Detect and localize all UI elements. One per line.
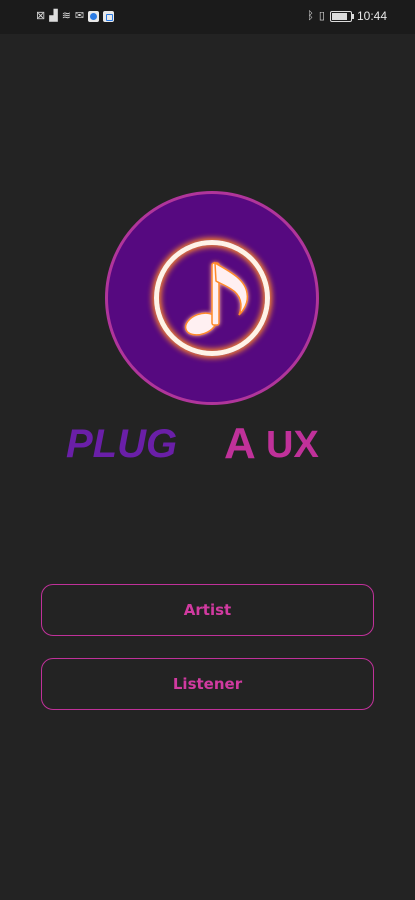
- signal-icon: ▟: [49, 10, 58, 22]
- artist-button-label: Artist: [183, 601, 232, 619]
- app-logo: [105, 191, 319, 405]
- status-time: 10:44: [356, 9, 387, 23]
- wordmark-a: A: [224, 421, 256, 465]
- music-note-icon: [184, 261, 249, 336]
- battery-icon: [329, 10, 354, 22]
- status-left-icons: ⊠ ▟ ≋ ✉: [36, 9, 115, 23]
- listener-button-label: Listener: [172, 675, 243, 693]
- sim-icon: ⊠: [36, 10, 46, 22]
- wordmark-ux: UX: [266, 424, 319, 465]
- status-bar: ⊠ ▟ ≋ ✉ ᛒ ▯ 10:44: [0, 0, 415, 34]
- vibrate-icon: ▯: [318, 10, 325, 22]
- bluetooth-icon: ᛒ: [307, 10, 314, 22]
- plugaux-wordmark: PLUG A UX: [66, 421, 319, 465]
- app-icon-blue: [88, 10, 100, 22]
- wifi-icon: ≋: [61, 10, 71, 22]
- listener-button[interactable]: Listener: [41, 658, 374, 710]
- mail-icon: ✉: [74, 10, 85, 22]
- app-icon-square: [103, 10, 115, 22]
- status-right-icons: ᛒ ▯ 10:44: [307, 9, 387, 23]
- wordmark-plug: PLUG: [66, 422, 177, 465]
- artist-button[interactable]: Artist: [41, 584, 374, 636]
- logo-ring: [154, 240, 270, 356]
